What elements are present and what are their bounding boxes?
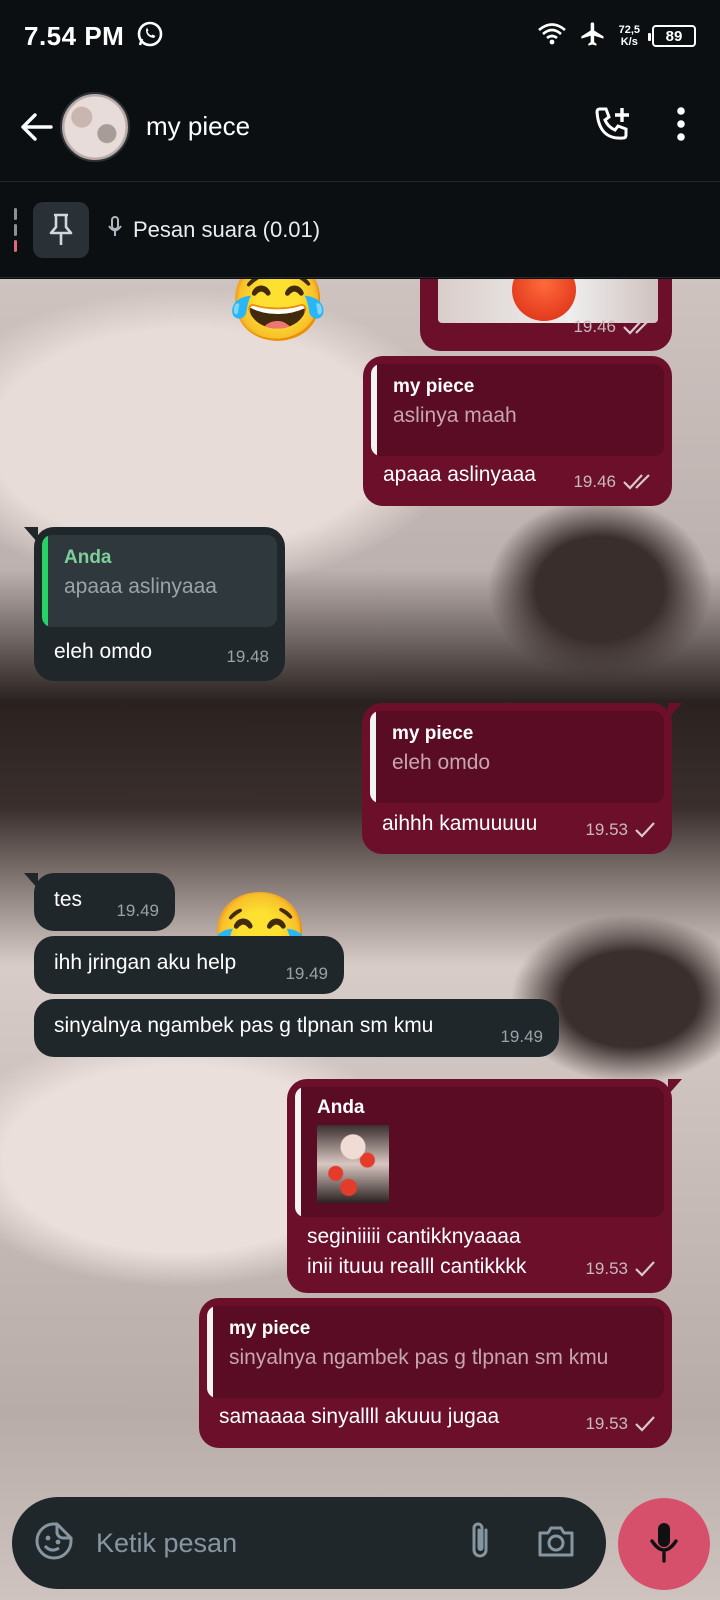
message-bubble-incoming[interactable]: sinyalnya ngambek pas g tlpnan sm kmu 19…	[34, 999, 559, 1057]
quoted-image-thumbnail	[317, 1125, 389, 1203]
message-time: 19.53	[585, 1259, 656, 1279]
quote-text: apaaa aslinyaaa	[64, 575, 217, 598]
message-text-line: seginiiiii cantikknyaaaa	[307, 1225, 521, 1248]
airplane-mode-icon	[579, 20, 607, 53]
contact-name[interactable]: my piece	[146, 111, 592, 142]
message-text: aihhh kamuuuuu	[382, 812, 538, 835]
pinned-message-bar[interactable]: Pesan suara (0.01)	[0, 182, 720, 278]
message-text-line: inii ituuu realll cantikkkk	[307, 1255, 527, 1278]
back-arrow-icon[interactable]	[16, 107, 56, 147]
message-text: seginiiiii cantikknyaaaa inii ituuu real…	[307, 1222, 526, 1282]
quote-author: my piece	[392, 723, 474, 744]
whatsapp-notification-icon	[136, 20, 164, 53]
status-bar: 7.54 PM 72,5 K/s 89	[0, 0, 720, 72]
message-bubble-outgoing[interactable]: my piece eleh omdo aihhh kamuuuuu 19.53	[362, 703, 682, 854]
double-check-icon	[623, 474, 650, 490]
quote-author: Anda	[64, 547, 112, 568]
quote-text: aslinya maah	[393, 404, 517, 427]
check-icon	[635, 1261, 655, 1277]
message-time: 19.53	[585, 820, 656, 840]
message-time: 19.49	[500, 1027, 543, 1046]
microphone-icon	[107, 215, 123, 244]
check-icon	[635, 822, 655, 838]
reply-quote[interactable]: Anda apaaa aslinyaaa	[42, 535, 277, 627]
microphone-icon	[649, 1521, 679, 1568]
battery-icon: 89	[648, 25, 696, 47]
battery-level: 89	[665, 27, 683, 45]
quote-author: my piece	[393, 376, 475, 397]
message-bubble-outgoing[interactable]: 19.46	[420, 279, 672, 351]
message-input-bar: Ketik pesan	[12, 1497, 606, 1589]
sticker-icon[interactable]	[34, 1521, 74, 1566]
pin-icon[interactable]	[33, 201, 89, 258]
double-check-icon	[623, 319, 650, 335]
more-options-icon[interactable]	[676, 106, 686, 147]
pin-indicator	[14, 207, 17, 252]
angry-emoji	[512, 279, 576, 321]
reply-quote[interactable]: my piece sinyalnya ngambek pas g tlpnan …	[207, 1306, 664, 1398]
message-time: 19.49	[285, 964, 328, 983]
message-bubble-incoming[interactable]: ihh jringan aku help 19.49	[34, 936, 344, 994]
pinned-message-label: Pesan suara (0.01)	[133, 216, 321, 242]
chat-messages-area[interactable]: 😂 😂 19.46 my piece aslinya maah apaaa as…	[0, 279, 720, 1600]
quote-author: Anda	[317, 1097, 365, 1118]
message-bubble-outgoing[interactable]: my piece aslinya maah apaaa aslinyaaa 19…	[363, 356, 672, 506]
message-time: 19.53	[585, 1414, 656, 1434]
message-time: 19.49	[116, 901, 159, 920]
reply-quote[interactable]: my piece eleh omdo	[370, 711, 664, 803]
message-bubble-incoming[interactable]: Anda apaaa aslinyaaa eleh omdo 19.48	[24, 527, 285, 681]
message-text: samaaaa sinyallll akuuu jugaa	[219, 1405, 500, 1428]
camera-icon[interactable]	[536, 1523, 576, 1564]
message-time: 19.46	[573, 317, 656, 337]
message-text: eleh omdo	[54, 640, 153, 663]
message-time: 19.46	[573, 472, 656, 492]
message-text: apaaa aslinyaaa	[383, 463, 536, 486]
voice-message-button[interactable]	[618, 1498, 710, 1590]
avatar[interactable]	[60, 91, 130, 162]
quote-text: eleh omdo	[392, 751, 491, 774]
message-text: ihh jringan aku help	[54, 951, 237, 974]
add-call-icon[interactable]	[592, 104, 632, 149]
attachment-icon[interactable]	[466, 1520, 494, 1567]
message-text: sinyalnya ngambek pas g tlpnan sm kmu	[54, 1014, 434, 1037]
network-speed: 72,5 K/s	[619, 24, 640, 48]
reply-quote[interactable]: my piece aslinya maah	[371, 364, 664, 456]
message-bubble-incoming[interactable]: tes 19.49	[24, 873, 175, 931]
message-input[interactable]: Ketik pesan	[96, 1528, 466, 1559]
message-time: 19.48	[226, 647, 269, 666]
crying-laughing-emoji: 😂	[228, 279, 328, 345]
check-icon	[635, 1416, 655, 1432]
reply-quote[interactable]: Anda	[295, 1087, 664, 1217]
message-bubble-outgoing[interactable]: my piece sinyalnya ngambek pas g tlpnan …	[199, 1298, 672, 1448]
wifi-icon	[537, 22, 567, 51]
message-text: tes	[54, 888, 83, 911]
message-bubble-outgoing[interactable]: Anda seginiiiii cantikknyaaaa inii ituuu…	[287, 1079, 682, 1293]
quote-author: my piece	[229, 1318, 311, 1339]
quote-text: sinyalnya ngambek pas g tlpnan sm kmu	[229, 1346, 609, 1369]
speed-unit: K/s	[620, 36, 638, 48]
status-time: 7.54 PM	[24, 20, 125, 51]
chat-header: my piece	[0, 72, 720, 182]
speed-value: 72,5	[618, 24, 640, 36]
